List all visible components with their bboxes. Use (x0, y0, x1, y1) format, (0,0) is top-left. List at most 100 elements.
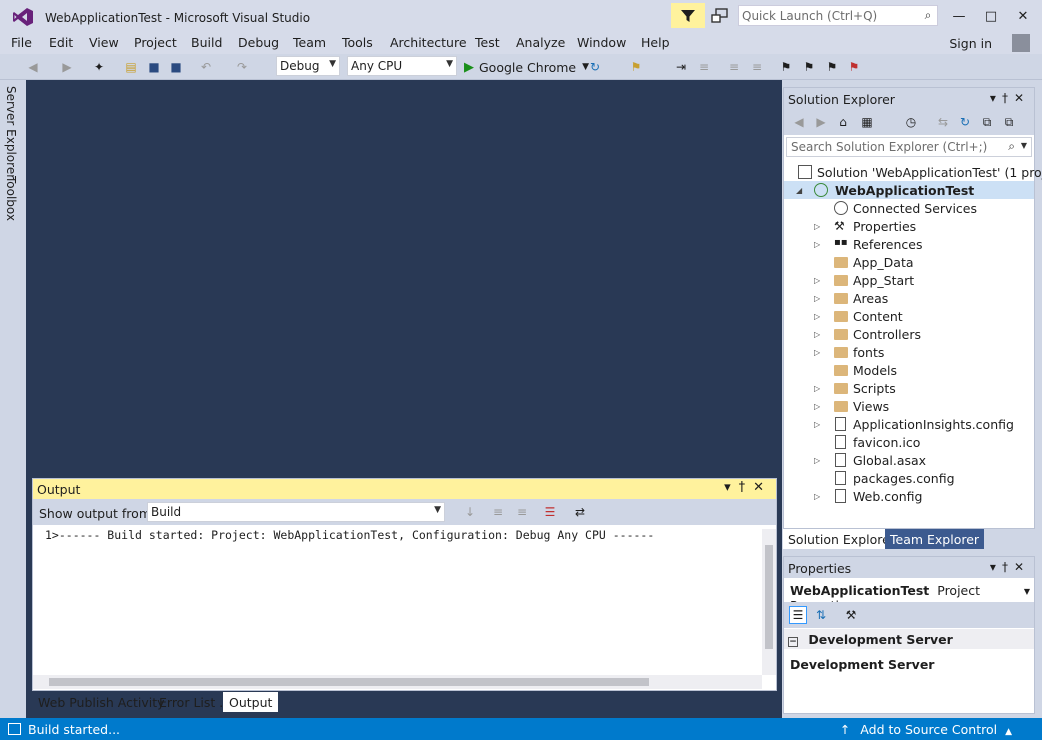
collapse-icon[interactable]: − (788, 637, 798, 647)
menu-architecture[interactable]: Architecture (390, 35, 467, 50)
panel-controls[interactable]: ▾†✕ (724, 480, 772, 495)
tree-item-references[interactable]: ▷ ▪▪ References (784, 235, 1034, 253)
clear-bookmarks-icon[interactable]: ⚑ (845, 58, 863, 76)
clear-all-icon[interactable]: ☰ (541, 503, 559, 521)
output-vertical-scrollbar[interactable] (762, 529, 776, 675)
menu-team[interactable]: Team (293, 35, 326, 50)
tree-item-views[interactable]: ▷ Views (784, 397, 1034, 415)
server-explorer-tab[interactable]: Server Explorer (4, 86, 18, 179)
maximize-button[interactable]: □ (976, 6, 1006, 26)
collapsed-icon[interactable]: ▷ (814, 222, 820, 231)
menu-test[interactable]: Test (475, 35, 500, 50)
tree-item-fonts[interactable]: ▷ fonts (784, 343, 1034, 361)
collapsed-icon[interactable]: ▷ (814, 294, 820, 303)
tab-web-publish-activity[interactable]: Web Publish Activity (32, 692, 171, 712)
menu-window[interactable]: Window (577, 35, 626, 50)
solution-configuration-select[interactable]: Debug ▼ (276, 56, 340, 76)
previous-bookmark-icon[interactable]: ⚑ (800, 58, 818, 76)
step-icon[interactable]: ⇥ (672, 58, 690, 76)
forward-icon[interactable]: ▶ (812, 113, 830, 131)
tree-item-web-config[interactable]: ▷ Web.config (784, 487, 1034, 505)
refresh-browser-icon[interactable]: ↻ (586, 58, 604, 76)
toolbox-tab[interactable]: Toolbox (4, 176, 18, 221)
tab-team-explorer[interactable]: Team Explorer (885, 529, 985, 549)
menu-debug[interactable]: Debug (238, 35, 279, 50)
menu-file[interactable]: File (11, 35, 32, 50)
account-icon[interactable] (1012, 34, 1030, 52)
word-wrap-icon[interactable]: ⇄ (571, 503, 589, 521)
find-message-icon[interactable]: ↓ (461, 503, 479, 521)
tree-item-solution[interactable]: Solution 'WebApplicationTest' (1 project… (784, 163, 1042, 181)
close-button[interactable]: ✕ (1008, 6, 1038, 26)
solution-explorer-search-input[interactable]: Search Solution Explorer (Ctrl+;) ⌕ ▼ (786, 137, 1032, 157)
collapsed-icon[interactable]: ▷ (814, 420, 820, 429)
tree-item-applicationinsights-config[interactable]: ▷ ApplicationInsights.config (784, 415, 1034, 433)
back-icon[interactable]: ◀ (790, 113, 808, 131)
output-source-select[interactable]: Build ▼ (147, 502, 445, 522)
pending-changes-icon[interactable]: ◷ (902, 113, 920, 131)
collapsed-icon[interactable]: ▷ (814, 384, 820, 393)
tree-item-areas[interactable]: ▷ Areas (784, 289, 1034, 307)
find-in-files-icon[interactable]: ⚑ (627, 58, 645, 76)
panel-controls[interactable]: ▾†✕ (990, 91, 1030, 105)
tree-item-scripts[interactable]: ▷ Scripts (784, 379, 1034, 397)
panel-controls[interactable]: ▾†✕ (990, 560, 1030, 574)
tree-item-connected-services[interactable]: Connected Services (784, 199, 1034, 217)
uncomment-icon[interactable]: ≡ (748, 58, 766, 76)
open-file-icon[interactable]: ▤ (122, 58, 140, 76)
show-all-files-icon[interactable]: ⧉ (1000, 113, 1018, 131)
tree-item-properties[interactable]: ▷ ⚒ Properties (784, 217, 1034, 235)
start-debugging-button[interactable]: ▶ Google Chrome ▼ (464, 57, 589, 77)
property-pages-icon[interactable]: ⚒ (842, 606, 860, 624)
tab-solution-explorer[interactable]: Solution Explorer (783, 529, 900, 549)
bookmark-icon[interactable]: ⚑ (777, 58, 795, 76)
menu-build[interactable]: Build (191, 35, 222, 50)
alphabetical-icon[interactable]: ⇅ (812, 606, 830, 624)
solution-platform-select[interactable]: Any CPU ▼ (347, 56, 457, 76)
minimize-button[interactable]: — (944, 6, 974, 26)
feedback-icon[interactable] (710, 6, 730, 26)
next-bookmark-icon[interactable]: ⚑ (823, 58, 841, 76)
collapsed-icon[interactable]: ▷ (814, 276, 820, 285)
collapsed-icon[interactable]: ▷ (814, 348, 820, 357)
menu-help[interactable]: Help (641, 35, 670, 50)
collapsed-icon[interactable]: ▷ (814, 330, 820, 339)
collapsed-icon[interactable]: ▷ (814, 312, 820, 321)
redo-icon[interactable]: ↷ (233, 58, 251, 76)
menu-analyze[interactable]: Analyze (516, 35, 565, 50)
tree-item-favicon[interactable]: favicon.ico (784, 433, 1034, 451)
save-icon[interactable]: ■ (145, 58, 163, 76)
refresh-icon[interactable]: ↻ (956, 113, 974, 131)
save-all-icon[interactable]: ■ (167, 58, 185, 76)
tree-item-app-start[interactable]: ▷ App_Start (784, 271, 1034, 289)
add-to-source-control-button[interactable]: ↑ Add to Source Control ▲ (840, 722, 1012, 737)
new-project-icon[interactable]: ✦ (90, 58, 108, 76)
sync-icon[interactable]: ⇆ (934, 113, 952, 131)
quick-launch-input[interactable]: Quick Launch (Ctrl+Q) ⌕ (738, 5, 938, 26)
tree-item-content[interactable]: ▷ Content (784, 307, 1034, 325)
chevron-down-icon[interactable]: ▼ (1024, 587, 1030, 596)
menu-view[interactable]: View (89, 35, 119, 50)
home-icon[interactable]: ⌂ (834, 113, 852, 131)
output-horizontal-scrollbar[interactable] (33, 675, 762, 689)
navigate-back-icon[interactable]: ◀ (24, 58, 42, 76)
tree-item-controllers[interactable]: ▷ Controllers (784, 325, 1034, 343)
sign-in-link[interactable]: Sign in (949, 36, 992, 51)
tree-item-project[interactable]: ◢ WebApplicationTest (784, 181, 1034, 199)
navigate-forward-icon[interactable]: ▶ (58, 58, 76, 76)
expanded-icon[interactable]: ◢ (796, 186, 802, 195)
tab-output[interactable]: Output (223, 692, 279, 712)
tree-item-app-data[interactable]: App_Data (784, 253, 1034, 271)
categorized-icon[interactable]: ☰ (789, 606, 807, 624)
outdent-icon[interactable]: ≡ (695, 58, 713, 76)
property-category[interactable]: − Development Server (784, 629, 1034, 649)
comment-icon[interactable]: ≡ (725, 58, 743, 76)
menu-tools[interactable]: Tools (342, 35, 373, 50)
previous-message-icon[interactable]: ≡ (489, 503, 507, 521)
tree-item-global-asax[interactable]: ▷ Global.asax (784, 451, 1034, 469)
menu-project[interactable]: Project (134, 35, 177, 50)
next-message-icon[interactable]: ≡ (513, 503, 531, 521)
menu-edit[interactable]: Edit (49, 35, 73, 50)
collapsed-icon[interactable]: ▷ (814, 402, 820, 411)
collapsed-icon[interactable]: ▷ (814, 492, 820, 501)
